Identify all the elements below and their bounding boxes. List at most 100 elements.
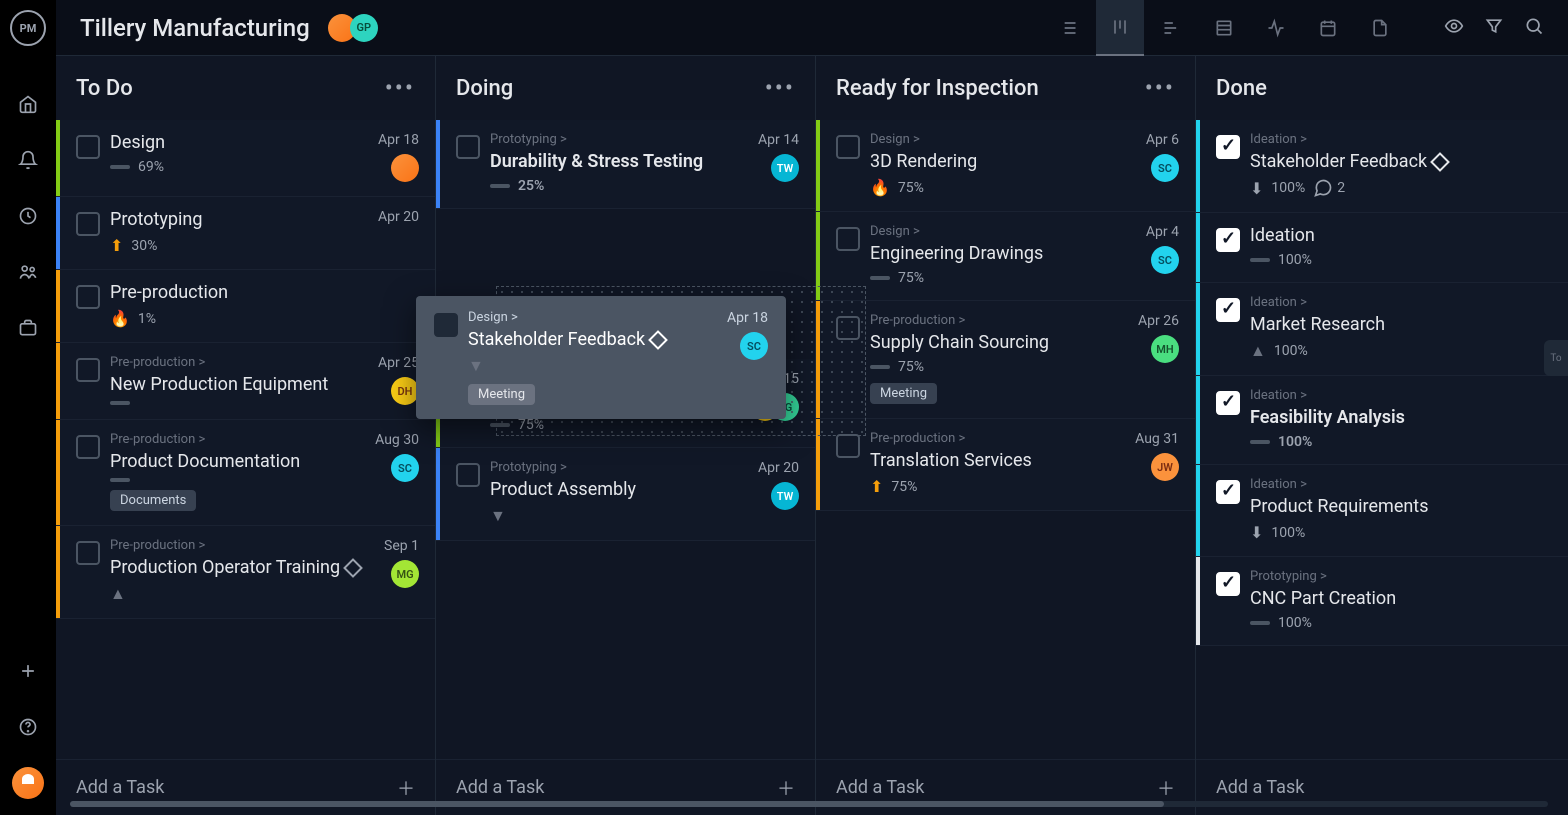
plus-icon: ＋ (777, 775, 795, 801)
flame-icon: 🔥 (870, 178, 890, 197)
task-checkbox[interactable] (836, 434, 860, 458)
task-card[interactable]: Pre-production > Product Documentation D… (56, 420, 435, 526)
sheet-view-icon[interactable] (1200, 0, 1248, 56)
progress-icon (110, 478, 130, 482)
task-card[interactable]: Ideation > Product Requirements ⬇100% (1196, 465, 1568, 557)
calendar-view-icon[interactable] (1304, 0, 1352, 56)
filter-icon[interactable] (1484, 16, 1504, 40)
flame-icon: 🔥 (110, 309, 130, 328)
task-card[interactable]: Pre-production 🔥1% (56, 270, 435, 343)
task-card[interactable]: Prototyping > Durability & Stress Testin… (436, 120, 815, 209)
task-checkbox[interactable] (836, 227, 860, 251)
milestone-icon (1430, 152, 1450, 172)
task-card[interactable]: Design > 3D Rendering 🔥75% Apr 6SC (816, 120, 1195, 212)
help-icon[interactable] (12, 711, 44, 743)
app-logo[interactable]: PM (10, 10, 46, 46)
avatar: SC (1151, 154, 1179, 182)
plus-icon[interactable] (12, 655, 44, 687)
dragging-card[interactable]: Design > Stakeholder Feedback ▼ Meeting … (416, 296, 786, 419)
side-peek-tab[interactable]: To (1544, 340, 1568, 376)
task-checkbox[interactable] (76, 358, 100, 382)
task-date: Apr 18 (378, 132, 419, 148)
task-card[interactable]: Ideation > Feasibility Analysis 100% (1196, 376, 1568, 465)
task-card[interactable]: Ideation > Stakeholder Feedback ⬇100% 2 (1196, 120, 1568, 213)
task-card[interactable]: Prototyping > CNC Part Creation 100% (1196, 557, 1568, 646)
task-checkbox[interactable] (1216, 135, 1240, 159)
task-checkbox[interactable] (1216, 298, 1240, 322)
search-icon[interactable] (1524, 16, 1544, 40)
briefcase-icon[interactable] (12, 312, 44, 344)
activity-view-icon[interactable] (1252, 0, 1300, 56)
task-card[interactable]: Ideation 100% (1196, 213, 1568, 283)
priority-down-icon: ⬇ (1250, 523, 1263, 542)
task-checkbox[interactable] (76, 135, 100, 159)
column-done: Done Ideation > Stakeholder Feedback ⬇10… (1196, 56, 1568, 815)
avatar: SC (740, 332, 768, 360)
eye-icon[interactable] (1444, 16, 1464, 40)
task-card[interactable]: Ideation > Market Research ▲100% (1196, 283, 1568, 376)
task-checkbox[interactable] (76, 212, 100, 236)
clock-icon[interactable] (12, 200, 44, 232)
gantt-view-icon[interactable] (1148, 0, 1196, 56)
task-checkbox[interactable] (76, 435, 100, 459)
user-avatar[interactable] (12, 767, 44, 799)
column-todo: To Do ••• Design 69% Apr 18 (56, 56, 436, 815)
plus-icon: ＋ (397, 775, 415, 801)
column-title: Doing (456, 76, 513, 101)
task-card[interactable]: Pre-production > New Production Equipmen… (56, 343, 435, 420)
column-title: Done (1216, 76, 1267, 101)
avatar: MH (1151, 335, 1179, 363)
task-checkbox[interactable] (456, 463, 480, 487)
column-menu-icon[interactable]: ••• (765, 74, 795, 102)
priority-icon: ⬆ (110, 236, 123, 255)
caret-down-icon: ▼ (468, 356, 484, 376)
task-card[interactable]: Pre-production > Production Operator Tra… (56, 526, 435, 619)
task-card[interactable]: Pre-production > Supply Chain Sourcing 7… (816, 301, 1195, 419)
board-view-icon[interactable] (1096, 0, 1144, 56)
task-card[interactable]: Prototyping ⬆30% Apr 20 (56, 197, 435, 270)
task-checkbox[interactable] (434, 313, 458, 337)
project-members[interactable]: GP (328, 14, 378, 42)
team-icon[interactable] (12, 256, 44, 288)
caret-down-icon: ▼ (490, 506, 506, 526)
bell-icon[interactable] (12, 144, 44, 176)
avatar: DH (391, 377, 419, 405)
caret-up-icon: ▲ (110, 584, 126, 604)
task-checkbox[interactable] (1216, 391, 1240, 415)
caret-up-icon: ▲ (1250, 341, 1266, 361)
task-checkbox[interactable] (1216, 480, 1240, 504)
comment-icon: 2 (1313, 178, 1345, 198)
task-title: Pre-production (110, 282, 419, 303)
task-card[interactable]: Pre-production > Translation Services ⬆7… (816, 419, 1195, 511)
plus-icon: ＋ (1157, 775, 1175, 801)
task-card[interactable]: Design 69% Apr 18 (56, 120, 435, 197)
task-checkbox[interactable] (76, 285, 100, 309)
avatar: GP (350, 14, 378, 42)
list-view-icon[interactable] (1044, 0, 1092, 56)
column-ready: Ready for Inspection ••• Design > 3D Ren… (816, 56, 1196, 815)
avatar: TW (771, 482, 799, 510)
task-title: Prototyping (110, 209, 368, 230)
task-tag: Meeting (468, 384, 535, 405)
task-tag: Documents (110, 490, 196, 511)
column-title: To Do (76, 76, 133, 101)
file-view-icon[interactable] (1356, 0, 1404, 56)
horizontal-scrollbar[interactable] (70, 801, 1548, 807)
column-menu-icon[interactable]: ••• (1145, 74, 1175, 102)
priority-down-icon: ⬇ (1250, 179, 1263, 198)
column-menu-icon[interactable]: ••• (385, 74, 415, 102)
task-checkbox[interactable] (76, 541, 100, 565)
avatar: JW (1151, 453, 1179, 481)
task-checkbox[interactable] (1216, 228, 1240, 252)
avatar: SC (1151, 246, 1179, 274)
home-icon[interactable] (12, 88, 44, 120)
progress-icon (110, 165, 130, 169)
task-checkbox[interactable] (456, 135, 480, 159)
task-checkbox[interactable] (1216, 572, 1240, 596)
view-switcher (1044, 0, 1404, 56)
task-tag: Meeting (870, 383, 937, 404)
task-card[interactable]: Prototyping > Product Assembly ▼ Apr 20T… (436, 448, 815, 541)
sidebar: PM (0, 0, 56, 815)
task-card[interactable]: Design > Engineering Drawings 75% Apr 4S… (816, 212, 1195, 301)
task-checkbox[interactable] (836, 135, 860, 159)
